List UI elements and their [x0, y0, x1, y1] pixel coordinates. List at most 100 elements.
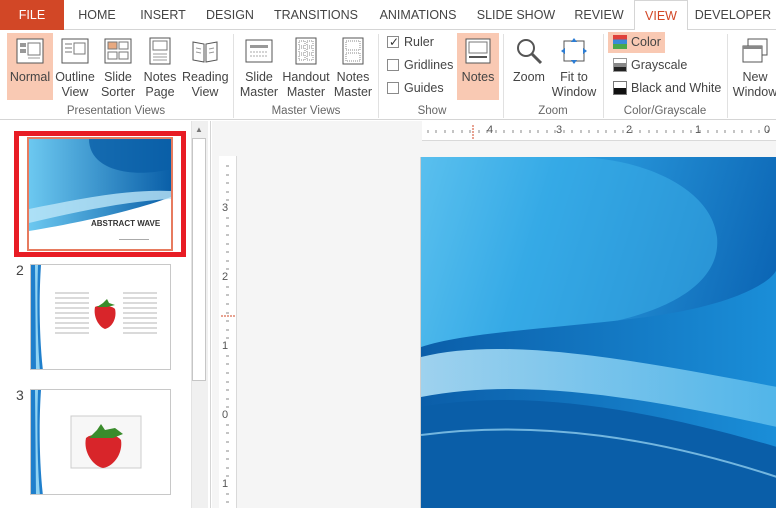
notes-page-button[interactable]: Notes Page: [140, 33, 180, 100]
grayscale-label: Grayscale: [631, 58, 688, 72]
hruler-number: 3: [556, 124, 563, 136]
handout-master-button[interactable]: Handout Master: [282, 33, 330, 100]
vruler-number: 1: [222, 340, 229, 352]
scroll-up-arrow-icon[interactable]: ▲: [192, 123, 206, 137]
slide-master-icon: [245, 39, 273, 63]
slide-editing-area: 4 3 2 1 0 3 2 1 0 1: [212, 121, 776, 508]
guides-check-box[interactable]: [387, 82, 399, 94]
grayscale-swatch-icon: [613, 58, 627, 72]
vruler-number: 0: [222, 409, 229, 421]
slide-thumbnail-1[interactable]: ABSTRACT WAVE: [27, 137, 173, 251]
slide-1-title: ABSTRACT WAVE: [91, 219, 161, 228]
black-and-white-button[interactable]: Black and White: [608, 78, 722, 99]
guides-checkbox[interactable]: Guides: [387, 78, 457, 98]
tab-view[interactable]: VIEW: [634, 0, 688, 31]
slide-master-button[interactable]: Slide Master: [238, 33, 280, 100]
notes-page-label: Notes Page: [143, 70, 177, 99]
horizontal-ruler-ticks: [427, 125, 769, 139]
black-and-white-swatch-icon: [613, 81, 627, 95]
notes-page-icon: [149, 37, 171, 65]
handout-master-label: Handout Master: [282, 70, 330, 99]
slide-3-preview: [31, 390, 170, 494]
fit-to-window-button[interactable]: Fit to Window: [550, 33, 598, 100]
presentation-views-group-label: Presentation Views: [66, 105, 166, 117]
outline-view-label: Outline View: [55, 70, 95, 99]
ruler-label: Ruler: [404, 35, 434, 49]
new-window-label: New Window: [732, 70, 776, 99]
notes-master-label: Notes Master: [333, 70, 373, 99]
vruler-number: 3: [222, 202, 229, 214]
notes-label: Notes: [461, 70, 495, 84]
slide-1-preview: [29, 139, 171, 249]
slide-number-3: 3: [16, 387, 24, 403]
slide-master-label: Slide Master: [239, 70, 279, 99]
reading-view-icon: [192, 41, 218, 63]
show-group-label: Show: [417, 105, 447, 117]
zoom-group-label: Zoom: [538, 105, 568, 117]
zoom-button[interactable]: Zoom: [508, 33, 550, 100]
magnifier-icon: [517, 39, 543, 65]
notes-master-button[interactable]: Notes Master: [333, 33, 373, 100]
horizontal-ruler: 4 3 2 1 0: [422, 121, 776, 141]
slide-sorter-icon: [104, 38, 132, 64]
hruler-number: 2: [626, 124, 633, 136]
slide-2-preview: [31, 265, 170, 369]
vertical-ruler: 3 2 1 0 1: [219, 156, 237, 508]
vruler-number: 2: [222, 271, 229, 283]
fit-to-window-label: Fit to Window: [551, 70, 597, 99]
slide-number-2: 2: [16, 262, 24, 278]
slide-canvas[interactable]: [420, 157, 776, 508]
notes-button[interactable]: Notes: [457, 33, 499, 100]
hruler-number: 4: [487, 124, 494, 136]
thumbnail-scrollbar-thumb[interactable]: [192, 138, 206, 381]
ribbon: Normal Outline View Slide Sorter Notes P…: [0, 30, 776, 146]
notes-icon: [465, 38, 491, 64]
normal-view-button[interactable]: Normal: [7, 33, 53, 100]
outline-view-button[interactable]: Outline View: [54, 33, 96, 100]
ribbon-tabs: FILE HOME INSERT DESIGN TRANSITIONS ANIM…: [0, 0, 776, 31]
tab-design[interactable]: DESIGN: [198, 0, 262, 30]
guides-label: Guides: [404, 81, 444, 95]
tab-insert[interactable]: INSERT: [130, 0, 196, 30]
tab-transitions[interactable]: TRANSITIONS: [264, 0, 368, 30]
outline-view-icon: [61, 38, 89, 64]
slide-thumbnail-2[interactable]: [30, 264, 171, 370]
ruler-checkbox[interactable]: Ruler: [387, 32, 457, 52]
tab-slide-show[interactable]: SLIDE SHOW: [468, 0, 564, 30]
vruler-number: 1: [222, 478, 229, 490]
black-and-white-label: Black and White: [631, 81, 722, 95]
reading-view-button[interactable]: Reading View: [182, 33, 229, 100]
reading-view-label: Reading View: [182, 70, 229, 99]
tab-animations[interactable]: ANIMATIONS: [370, 0, 466, 30]
zoom-label: Zoom: [513, 70, 545, 84]
gridlines-checkbox[interactable]: Gridlines: [387, 55, 457, 75]
normal-view-icon: [16, 38, 44, 64]
slide-1-subtitle-line: [119, 239, 149, 240]
master-views-group-label: Master Views: [271, 105, 341, 117]
color-swatch-icon: [613, 35, 627, 49]
tab-developer[interactable]: DEVELOPER: [690, 0, 776, 30]
normal-view-label: Normal: [9, 70, 51, 84]
tab-review[interactable]: REVIEW: [566, 0, 632, 30]
new-window-button[interactable]: New Window: [731, 33, 776, 100]
fit-to-window-icon: [561, 38, 587, 64]
gridlines-label: Gridlines: [404, 58, 454, 72]
tab-home[interactable]: HOME: [66, 0, 128, 30]
new-window-icon: [742, 38, 768, 63]
handout-master-icon: [295, 37, 317, 65]
group-separator: [727, 34, 728, 118]
slide-thumbnail-pane: ABSTRACT WAVE 2 3 ▲: [0, 121, 211, 508]
ruler-check-box[interactable]: [387, 32, 399, 52]
color-label: Color: [631, 35, 661, 49]
grayscale-button[interactable]: Grayscale: [608, 55, 688, 76]
color-grayscale-group-label: Color/Grayscale: [623, 105, 707, 117]
tab-file[interactable]: FILE: [0, 0, 64, 30]
slide-sorter-label: Slide Sorter: [100, 70, 136, 99]
hruler-number: 1: [695, 124, 702, 136]
notes-master-icon: [342, 37, 364, 65]
slide-sorter-button[interactable]: Slide Sorter: [98, 33, 138, 100]
slide-thumbnail-3[interactable]: [30, 389, 171, 495]
group-separator: [378, 34, 379, 118]
gridlines-check-box[interactable]: [387, 59, 399, 71]
color-button[interactable]: Color: [608, 32, 665, 53]
